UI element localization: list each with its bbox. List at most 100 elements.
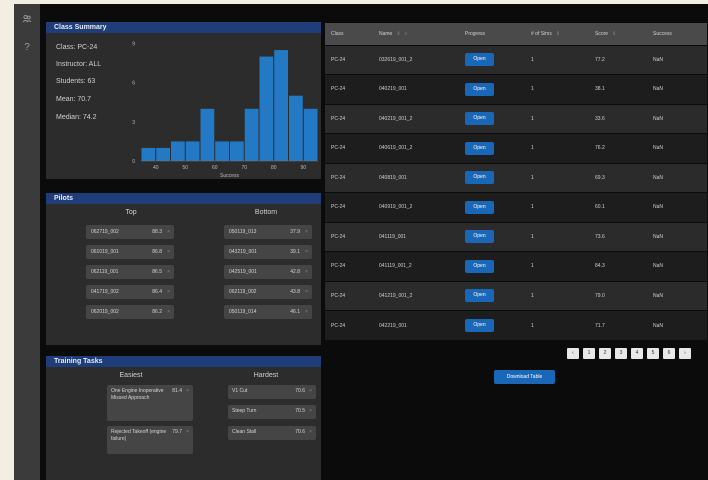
column-header-name[interactable]: Name ⇕ ⌕ [373, 23, 459, 45]
open-button[interactable]: Open [465, 230, 494, 244]
close-icon[interactable]: × [167, 265, 170, 279]
pilot-card[interactable]: 062019_002 86.2 × [86, 305, 174, 319]
pilot-score: 86.8 [152, 249, 162, 255]
task-card[interactable]: Rejected Takeoff (engine failure) 79.7 × [107, 426, 193, 454]
students-stat: Students: 63 [56, 78, 96, 85]
pilots-panel: Pilots Top Bottom 062719_002 88.3 × 061019_… [46, 193, 321, 345]
page-button[interactable]: 3 [615, 348, 627, 359]
search-icon[interactable]: ⌕ [405, 31, 408, 37]
pilot-name: 043219_001 [229, 249, 257, 255]
task-card[interactable]: Clean Stall 70.6 × [228, 426, 316, 440]
close-icon[interactable]: × [167, 225, 170, 239]
close-icon[interactable]: × [167, 305, 170, 319]
column-header-sims[interactable]: # of Sims ⇕ [525, 23, 589, 45]
open-button[interactable]: Open [465, 171, 494, 185]
cell-class: PC-24 [325, 192, 373, 222]
page-button[interactable]: 1 [583, 348, 595, 359]
page-button[interactable]: 2 [599, 348, 611, 359]
open-button[interactable]: Open [465, 112, 494, 126]
cell-class: PC-24 [325, 162, 373, 193]
class-summary-panel: Class Summary Class: PC-24 Instructor: A… [46, 22, 321, 179]
page-button[interactable]: 4 [631, 348, 643, 359]
pilot-card[interactable]: 062119_001 86.5 × [86, 265, 174, 279]
cell-progress: Open [459, 192, 525, 222]
close-icon[interactable]: × [305, 265, 308, 279]
task-score: 70.5 [295, 408, 305, 414]
median-stat: Median: 74.2 [56, 114, 97, 121]
histogram-bar [215, 141, 229, 161]
column-header-class[interactable]: Class [325, 23, 373, 45]
close-icon[interactable]: × [305, 225, 308, 239]
cell-sims: 1 [525, 44, 589, 75]
histogram-bar [200, 108, 215, 161]
close-icon[interactable]: × [305, 285, 308, 299]
open-button[interactable]: Open [465, 200, 494, 214]
pilot-score: 86.5 [152, 269, 162, 275]
page-button[interactable]: 6 [663, 348, 675, 359]
close-icon[interactable]: × [167, 285, 170, 299]
users-icon[interactable] [14, 14, 40, 28]
training-tasks-title: Training Tasks [46, 356, 321, 367]
pilot-card[interactable]: 050119_014 46.1 × [224, 305, 312, 319]
cell-progress: Open [459, 103, 525, 134]
open-button[interactable]: Open [465, 289, 494, 303]
pilot-card[interactable]: 043219_001 39.1 × [224, 245, 312, 259]
close-icon[interactable]: × [186, 429, 189, 436]
open-button[interactable]: Open [465, 141, 494, 155]
histogram-bar [289, 95, 303, 161]
training-tasks-panel: Training Tasks Easiest Hardest One Engin… [46, 356, 321, 480]
task-score: 81.4 [172, 388, 182, 394]
column-header-progress[interactable]: Progress [459, 23, 525, 45]
cell-name: 040219_001 [373, 74, 459, 104]
cell-sims: 1 [525, 280, 589, 311]
open-button[interactable]: Open [465, 319, 494, 332]
cell-success: NaN [647, 103, 707, 134]
x-tick-label: 80 [271, 165, 277, 171]
open-button[interactable]: Open [465, 53, 494, 67]
close-icon[interactable]: × [309, 388, 312, 395]
pilot-card[interactable]: 041719_002 86.4 × [86, 285, 174, 299]
cell-sims: 1 [525, 221, 589, 252]
next-page-button[interactable]: › [679, 348, 691, 359]
pilot-card[interactable]: 062119_002 43.8 × [224, 285, 312, 299]
histogram-bar [230, 141, 244, 161]
cell-name: 041119_001 [373, 221, 459, 252]
help-icon[interactable]: ? [14, 42, 40, 54]
page-button[interactable]: 5 [647, 348, 659, 359]
cell-success: NaN [647, 221, 707, 252]
pilot-card[interactable]: 061019_001 86.8 × [86, 245, 174, 259]
sort-icon[interactable]: ⇕ [556, 31, 560, 37]
close-icon[interactable]: × [309, 429, 312, 436]
pilot-card[interactable]: 042519_001 42.8 × [224, 265, 312, 279]
column-header-success[interactable]: Success [647, 23, 707, 45]
app-window: ? Class Summary Class: PC-24 Instructor:… [14, 4, 708, 480]
pilot-name: 050119_013 [229, 229, 257, 235]
pilot-card[interactable]: 062719_002 88.3 × [86, 225, 174, 239]
y-tick-label: 0 [132, 159, 135, 165]
column-header-score[interactable]: Score ⇕ [589, 23, 647, 45]
x-tick-label: 70 [241, 165, 247, 171]
close-icon[interactable]: × [305, 245, 308, 259]
open-button[interactable]: Open [465, 82, 494, 96]
x-tick-label: 40 [153, 165, 159, 171]
cell-success: NaN [647, 44, 707, 75]
prev-page-button[interactable]: ‹ [567, 348, 579, 359]
task-card[interactable]: Steep Turn 70.5 × [228, 405, 316, 419]
close-icon[interactable]: × [167, 245, 170, 259]
task-card[interactable]: V1 Cut 70.6 × [228, 385, 316, 399]
open-button[interactable]: Open [465, 259, 494, 273]
cell-class: PC-24 [325, 44, 373, 75]
sort-icon[interactable]: ⇕ [396, 31, 400, 37]
table-row: PC-24 040219_001_2 Open 1 33.6 NaN [325, 103, 707, 134]
sort-icon[interactable]: ⇕ [612, 31, 616, 37]
close-icon[interactable]: × [309, 408, 312, 415]
cell-class: PC-24 [325, 103, 373, 134]
pilot-card[interactable]: 050119_013 37.9 × [224, 225, 312, 239]
cell-success: NaN [647, 192, 707, 222]
close-icon[interactable]: × [186, 388, 189, 395]
x-axis-label: Success [220, 173, 239, 179]
download-table-button[interactable]: Download Table [494, 370, 555, 384]
students-table: Class Name ⇕ ⌕ Progress # of Sims ⇕ Score ⇕ … [325, 23, 707, 340]
close-icon[interactable]: × [305, 305, 308, 319]
task-card[interactable]: One Engine Inoperative Missed Approach 8… [107, 385, 193, 421]
